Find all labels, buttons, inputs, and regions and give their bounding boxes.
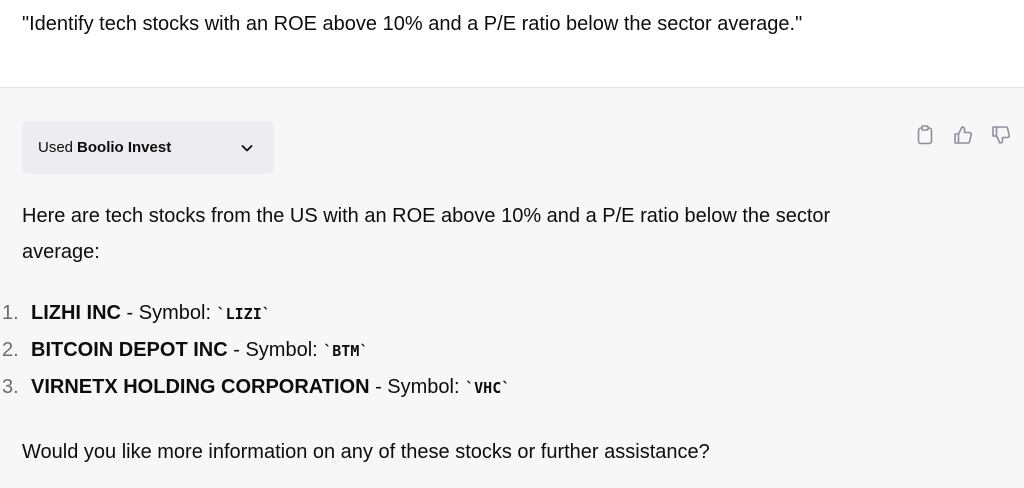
- stock-list: 1. LIZHI INC - Symbol: `LIZI` 2. BITCOIN…: [0, 298, 1000, 409]
- response-intro: Here are tech stocks from the US with an…: [22, 205, 831, 263]
- plugin-used-toggle[interactable]: Used Boolio Invest: [22, 121, 274, 174]
- user-message-block: "Identify tech stocks with an ROE above …: [0, 0, 1024, 88]
- symbol-label: - Symbol:: [369, 376, 466, 398]
- symbol-label: - Symbol:: [227, 339, 324, 361]
- list-number: 2.: [2, 339, 19, 361]
- chevron-down-icon[interactable]: [240, 141, 254, 155]
- thumbs-down-icon[interactable]: [990, 124, 1012, 146]
- list-item: 2. BITCOIN DEPOT INC - Symbol: `BTM`: [0, 335, 1000, 372]
- assistant-message-block: Used Boolio Invest Here are tech stocks …: [0, 88, 1024, 488]
- list-number: 3.: [2, 376, 19, 398]
- message-actions: [914, 124, 1012, 146]
- used-label: Used: [38, 139, 74, 156]
- list-item: 1. LIZHI INC - Symbol: `LIZI`: [0, 298, 1000, 335]
- user-message-text: "Identify tech stocks with an ROE above …: [22, 13, 803, 35]
- stock-symbol: `LIZI`: [216, 305, 271, 323]
- stock-name: VIRNETX HOLDING CORPORATION: [31, 376, 370, 398]
- thumbs-up-icon[interactable]: [952, 124, 974, 146]
- stock-symbol: `BTM`: [323, 342, 369, 360]
- plugin-name: Boolio Invest: [77, 139, 172, 156]
- stock-symbol: `VHC`: [465, 379, 511, 397]
- symbol-label: - Symbol:: [121, 302, 217, 324]
- clipboard-icon[interactable]: [914, 124, 936, 146]
- stock-name: BITCOIN DEPOT INC: [31, 339, 228, 361]
- response-outro: Would you like more information on any o…: [22, 441, 710, 463]
- list-item: 3. VIRNETX HOLDING CORPORATION - Symbol:…: [0, 372, 1000, 409]
- list-number: 1.: [2, 302, 19, 324]
- stock-name: LIZHI INC: [31, 302, 121, 324]
